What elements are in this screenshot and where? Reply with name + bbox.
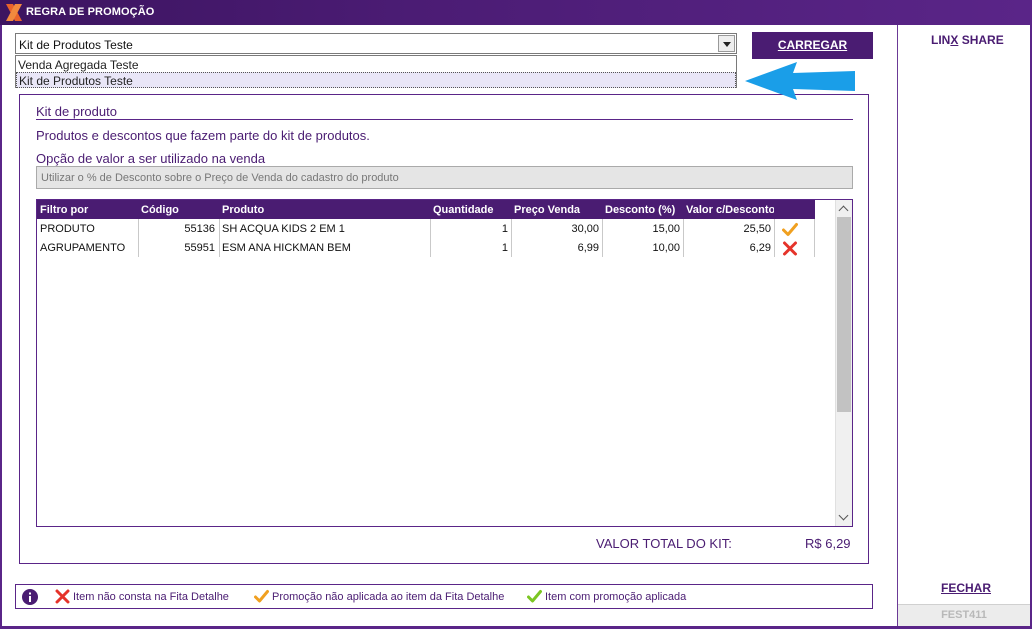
load-button[interactable]: CARREGAR bbox=[752, 32, 873, 59]
legend-item-promo-not-applied: Promoção não aplicada ao item da Fita De… bbox=[272, 591, 505, 603]
column-header-valor[interactable]: Valor c/Desconto bbox=[686, 204, 774, 216]
column-header-filtro[interactable]: Filtro por bbox=[40, 204, 136, 216]
table-scrollbar[interactable] bbox=[835, 200, 852, 526]
check-orange-icon bbox=[782, 223, 798, 236]
scroll-down-button[interactable] bbox=[836, 509, 852, 526]
cell-valor: 25,50 bbox=[743, 223, 771, 235]
linx-logo-icon bbox=[6, 4, 22, 21]
legend-item-not-in-receipt: Item não consta na Fita Detalhe bbox=[73, 591, 229, 603]
cell-valor: 6,29 bbox=[749, 242, 771, 254]
column-header-quantidade[interactable]: Quantidade bbox=[433, 204, 511, 216]
cell-filtro: PRODUTO bbox=[40, 223, 95, 235]
dropdown-option-kit-produtos[interactable]: Kit de Produtos Teste bbox=[16, 72, 736, 88]
kit-total-label: VALOR TOTAL DO KIT: bbox=[596, 536, 732, 551]
kit-heading: Kit de produto bbox=[36, 104, 117, 119]
cell-produto: ESM ANA HICKMAN BEM bbox=[222, 242, 351, 254]
window-title: REGRA DE PROMOÇÃO bbox=[26, 6, 155, 18]
column-header-preco[interactable]: Preço Venda bbox=[514, 204, 600, 216]
chevron-down-icon[interactable] bbox=[718, 35, 735, 52]
close-button[interactable]: FECHAR bbox=[941, 581, 991, 595]
cell-codigo: 55136 bbox=[184, 223, 215, 235]
table-header: Filtro por Código Produto Quantidade Pre… bbox=[37, 200, 815, 219]
cell-filtro: AGRUPAMENTO bbox=[40, 242, 126, 254]
promotion-rule-selected-value: Kit de Produtos Teste bbox=[19, 38, 133, 52]
x-red-icon bbox=[783, 241, 797, 256]
pointer-arrow-icon bbox=[745, 62, 855, 100]
close-button-label: FECHAR bbox=[941, 581, 991, 595]
kit-panel: Kit de produto Produtos e descontos que … bbox=[19, 94, 869, 564]
linx-share-button[interactable]: LINX SHARE bbox=[931, 33, 1004, 47]
cell-quantidade: 1 bbox=[501, 242, 508, 254]
cell-produto: SH ACQUA KIDS 2 EM 1 bbox=[222, 223, 345, 235]
cell-quantidade: 1 bbox=[501, 223, 508, 235]
kit-description: Produtos e descontos que fazem parte do … bbox=[36, 128, 370, 143]
kit-products-table[interactable]: Filtro por Código Produto Quantidade Pre… bbox=[36, 199, 853, 527]
chevron-up-icon bbox=[838, 205, 849, 216]
table-row[interactable]: AGRUPAMENTO 55951 ESM ANA HICKMAN BEM 1 … bbox=[37, 239, 815, 258]
x-red-icon bbox=[55, 589, 70, 604]
value-option-field: Utilizar o % de Desconto sobre o Preço d… bbox=[36, 166, 853, 189]
title-bar: REGRA DE PROMOÇÃO bbox=[0, 0, 1032, 25]
terminal-code-bar: FEST411 bbox=[898, 604, 1030, 626]
cell-preco: 30,00 bbox=[571, 223, 599, 235]
terminal-code: FEST411 bbox=[941, 609, 987, 621]
info-icon bbox=[22, 589, 38, 605]
promotion-rule-select[interactable]: Kit de Produtos Teste bbox=[15, 33, 737, 54]
legend-item-promo-applied: Item com promoção aplicada bbox=[545, 591, 687, 603]
check-orange-icon bbox=[254, 590, 269, 603]
scroll-thumb[interactable] bbox=[837, 217, 851, 412]
window-border-left bbox=[0, 25, 2, 629]
column-header-produto[interactable]: Produto bbox=[222, 204, 427, 216]
cell-preco: 6,99 bbox=[577, 242, 599, 254]
column-header-desconto[interactable]: Desconto (%) bbox=[605, 204, 681, 216]
value-option-text: Utilizar o % de Desconto sobre o Preço d… bbox=[41, 172, 399, 184]
chevron-down-icon bbox=[838, 510, 849, 521]
table-row[interactable]: PRODUTO 55136 SH ACQUA KIDS 2 EM 1 1 30,… bbox=[37, 220, 815, 239]
side-panel-divider bbox=[897, 25, 898, 626]
kit-total-value: R$ 6,29 bbox=[805, 536, 851, 551]
kit-heading-divider bbox=[36, 119, 853, 120]
cell-codigo: 55951 bbox=[184, 242, 215, 254]
cell-desconto: 10,00 bbox=[652, 242, 680, 254]
cell-desconto: 15,00 bbox=[652, 223, 680, 235]
dropdown-option-venda-agregada[interactable]: Venda Agregada Teste bbox=[16, 57, 736, 73]
linx-share-label-start: LIN bbox=[931, 33, 951, 47]
linx-share-label-end: SHARE bbox=[958, 33, 1004, 47]
promotion-rule-dropdown-list: Venda Agregada Teste Kit de Produtos Tes… bbox=[15, 55, 737, 88]
check-green-icon bbox=[527, 590, 542, 603]
column-header-codigo[interactable]: Código bbox=[141, 204, 217, 216]
value-option-label: Opção de valor a ser utilizado na venda bbox=[36, 151, 266, 166]
status-legend: Item não consta na Fita Detalhe Promoção… bbox=[15, 584, 873, 609]
scroll-up-button[interactable] bbox=[836, 200, 852, 217]
